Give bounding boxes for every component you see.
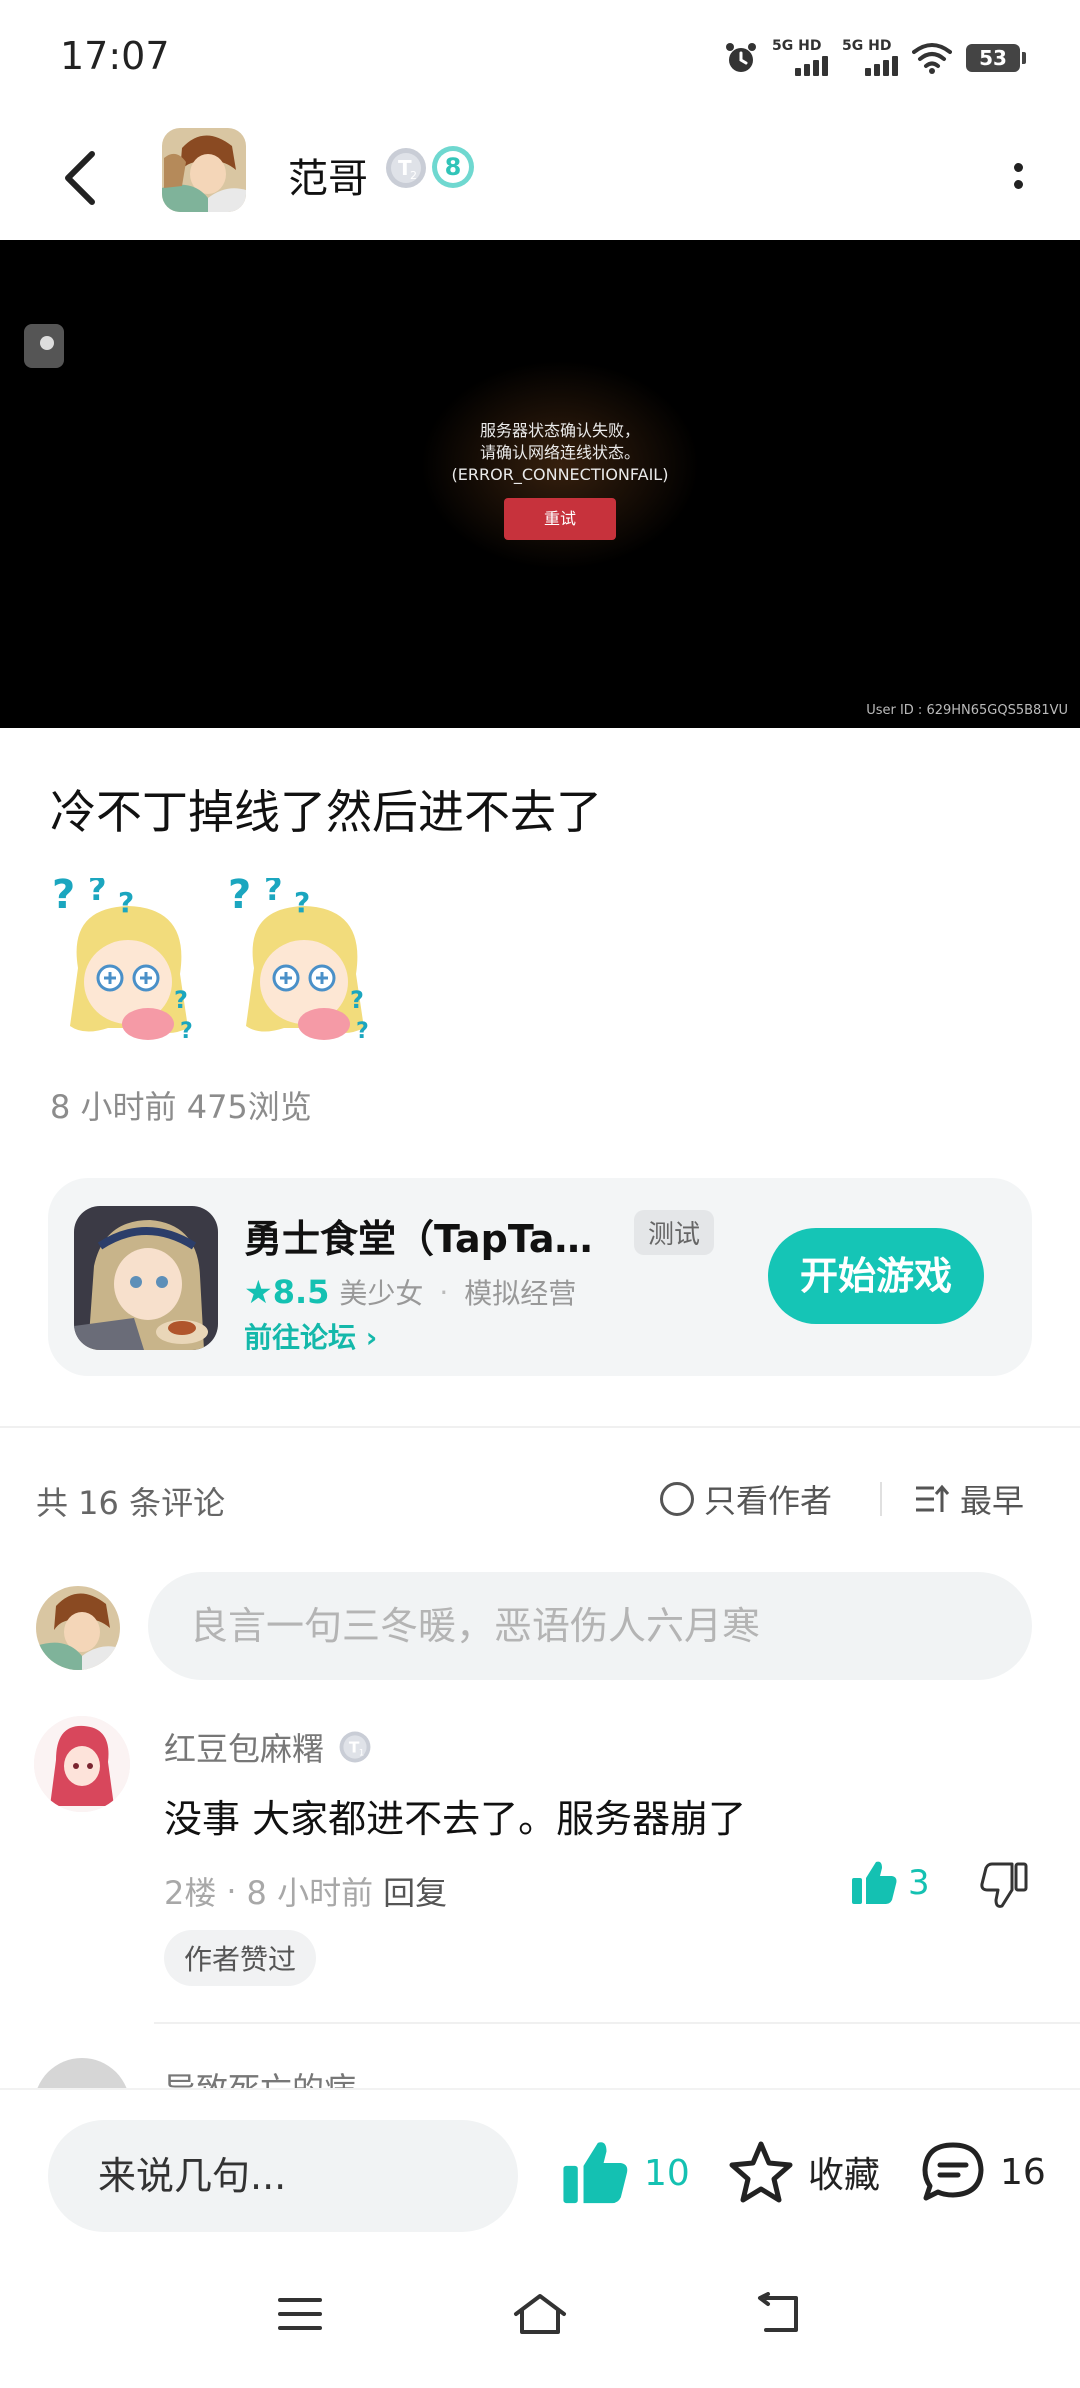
- svg-text:?: ?: [52, 878, 75, 918]
- wifi-icon: [912, 43, 952, 74]
- comment-text: 没事 大家都进不去了。服务器崩了: [164, 1797, 747, 1841]
- confused-girl-sticker-icon[interactable]: ? ? ? ? ?: [224, 878, 384, 1044]
- favorite-button[interactable]: 收藏: [728, 2140, 880, 2204]
- svg-text:2: 2: [410, 169, 417, 182]
- svg-text:?: ?: [88, 878, 107, 908]
- comment-input[interactable]: [148, 1572, 1032, 1680]
- back-arrow-icon: [65, 151, 95, 205]
- back-nav-icon: [758, 2292, 798, 2332]
- alarm-icon: [726, 43, 756, 72]
- back-button[interactable]: [50, 138, 110, 218]
- comments-button[interactable]: 16: [920, 2140, 1046, 2204]
- status-bar: 17:07 5G HD 5G HD 53: [0, 0, 1080, 116]
- post-meta: 8 小时前 475浏览: [50, 1088, 312, 1126]
- post-like-button[interactable]: 10: [560, 2140, 690, 2206]
- level-badge: 8: [430, 144, 476, 190]
- say-something-input[interactable]: 来说几句...: [48, 2120, 518, 2232]
- svg-text:?: ?: [294, 886, 310, 919]
- svg-text:?: ?: [264, 878, 283, 908]
- system-nav-bar: [0, 2238, 1080, 2388]
- author-liked-badge: 作者赞过: [164, 1930, 317, 1986]
- svg-text:1: 1: [359, 1749, 364, 1759]
- bottom-action-bar: 来说几句... 10 收藏 16: [0, 2088, 1080, 2238]
- author-avatar[interactable]: [162, 128, 246, 212]
- forum-link[interactable]: 前往论坛 ›: [244, 1316, 377, 1356]
- star-icon: [729, 2141, 793, 2203]
- game-info-row: ★8.5 美少女 · 模拟经营: [244, 1273, 577, 1311]
- section-divider: [0, 1426, 1080, 1428]
- my-avatar[interactable]: [36, 1586, 120, 1670]
- reply-button[interactable]: 回复: [383, 1868, 447, 1914]
- user-tier-badge-icon: T 1: [339, 1731, 371, 1763]
- home-icon: [514, 2294, 566, 2334]
- menu-icon: [278, 2298, 322, 2330]
- comment-meta: 2楼 · 8 小时前 回复: [164, 1868, 447, 1914]
- sort-icon: [916, 1484, 950, 1512]
- sort-button[interactable]: 最早: [914, 1476, 1024, 1522]
- status-time: 17:07: [60, 34, 170, 78]
- game-logo-icon: [24, 324, 64, 368]
- commenter-avatar[interactable]: [34, 1716, 130, 1812]
- cell-signal-icon: 5G HD: [842, 38, 898, 78]
- level-badge-text: 8: [445, 153, 462, 181]
- game-genre: 模拟经营: [464, 1277, 577, 1310]
- only-author-toggle[interactable]: 只看作者: [660, 1476, 832, 1522]
- svg-text:?: ?: [356, 1019, 369, 1044]
- post-screenshot-image[interactable]: 服务器状态确认失败， 请确认网络连线状态。 (ERROR_CONNECTIONF…: [0, 240, 1080, 728]
- post-title: 冷不丁掉线了然后进不去了: [50, 785, 602, 839]
- back-nav-button[interactable]: [748, 2286, 812, 2342]
- game-card[interactable]: 勇士食堂（TapTa… 测试 ★8.5 美少女 · 模拟经营 前往论坛 › 开始…: [48, 1178, 1032, 1376]
- game-test-tag: 测试: [634, 1210, 715, 1255]
- more-vertical-icon: [1013, 163, 1023, 172]
- svg-text:?: ?: [174, 986, 188, 1014]
- thumbs-up-icon: [563, 2142, 628, 2204]
- post-header: 范哥 T 2 8: [0, 116, 1080, 240]
- game-genre: 美少女: [339, 1277, 424, 1310]
- retry-button-image: 重试: [504, 498, 616, 540]
- svg-text:?: ?: [350, 986, 364, 1014]
- game-rating: ★8.5: [244, 1273, 330, 1311]
- status-icons: 5G HD 5G HD 53: [724, 36, 1026, 80]
- start-game-button[interactable]: 开始游戏: [768, 1228, 984, 1324]
- thumbs-up-icon: [852, 1861, 897, 1904]
- svg-text:?: ?: [228, 878, 251, 918]
- thumbs-down-icon[interactable]: [978, 1860, 1030, 1912]
- svg-text:?: ?: [118, 886, 134, 919]
- user-tier-badge-icon: T 2: [386, 148, 426, 188]
- user-id-text: User ID : 629HN65GQS5B81VU: [866, 703, 1068, 718]
- more-options-button[interactable]: [996, 144, 1040, 208]
- menu-nav-button[interactable]: [268, 2286, 332, 2342]
- cell-signal-icon: 5G HD: [772, 38, 828, 78]
- game-icon[interactable]: [74, 1206, 218, 1350]
- confused-girl-sticker-icon[interactable]: ? ? ? ? ?: [48, 878, 208, 1044]
- comment-like-button[interactable]: 3: [850, 1860, 930, 1906]
- svg-text:?: ?: [180, 1019, 193, 1044]
- author-name[interactable]: 范哥: [288, 146, 368, 204]
- radio-icon: [660, 1482, 694, 1516]
- home-nav-button[interactable]: [508, 2286, 572, 2342]
- comment-bubble-icon: [922, 2142, 984, 2201]
- battery-icon: 53: [966, 44, 1026, 72]
- game-name[interactable]: 勇士食堂（TapTa…: [244, 1208, 593, 1263]
- error-message: 服务器状态确认失败， 请确认网络连线状态。 (ERROR_CONNECTIONF…: [451, 421, 669, 484]
- comments-count: 共 16 条评论: [36, 1484, 226, 1522]
- commenter-name[interactable]: 红豆包麻糬 T 1: [164, 1724, 372, 1770]
- sticker-row: ? ? ? ? ? ? ? ? ? ?: [48, 878, 384, 1044]
